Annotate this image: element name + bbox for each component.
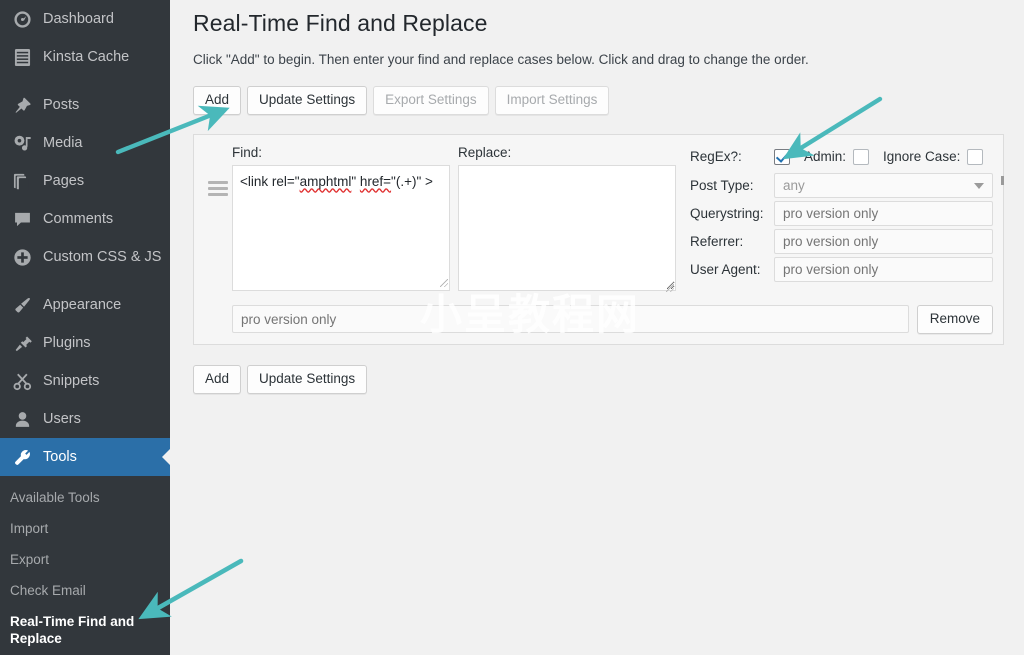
sidebar-item-export[interactable]: Export xyxy=(0,544,170,575)
replace-label: Replace: xyxy=(458,145,676,161)
case-note-input[interactable] xyxy=(232,305,909,333)
sidebar-item-label: Comments xyxy=(43,212,113,227)
find-textarea-wrap: <link rel="amphtml" href="(.+)" > xyxy=(232,165,450,291)
ignore-case-checkbox[interactable] xyxy=(967,149,983,165)
user-agent-input[interactable] xyxy=(774,257,993,282)
find-text-part2: " xyxy=(351,174,360,189)
querystring-row: Querystring: xyxy=(690,203,993,225)
main-content: Real-Time Find and Replace Click "Add" t… xyxy=(170,0,1024,655)
admin-checkbox[interactable] xyxy=(853,149,869,165)
replace-textarea-wrap xyxy=(458,165,676,296)
admin-sidebar: Dashboard Kinsta Cache Posts Media xyxy=(0,0,170,655)
ignore-case-label: Ignore Case: xyxy=(883,149,960,165)
drag-handle-icon[interactable] xyxy=(204,145,232,196)
case-row: Find: <link rel="amphtml" href="(.+)" > … xyxy=(204,145,993,296)
import-settings-button[interactable]: Import Settings xyxy=(495,86,610,115)
querystring-label: Querystring: xyxy=(690,206,774,222)
sidebar-item-available-tools[interactable]: Available Tools xyxy=(0,482,170,513)
querystring-input[interactable] xyxy=(774,201,993,226)
sidebar-item-media[interactable]: Media xyxy=(0,124,170,162)
sidebar-item-pages[interactable]: Pages xyxy=(0,162,170,200)
media-icon xyxy=(10,133,34,153)
sidebar-item-users[interactable]: Users xyxy=(0,400,170,438)
find-text-misspelled-href: href= xyxy=(360,174,391,189)
toolbar: Add Update Settings Export Settings Impo… xyxy=(193,86,1004,115)
page-title: Real-Time Find and Replace xyxy=(193,0,1004,51)
sidebar-item-label: Pages xyxy=(43,174,84,189)
regex-label: RegEx?: xyxy=(690,149,774,165)
sidebar-item-plugins[interactable]: Plugins xyxy=(0,324,170,362)
regex-checkbox[interactable] xyxy=(774,149,790,165)
sidebar-item-kinsta-cache[interactable]: Kinsta Cache xyxy=(0,38,170,76)
sidebar-item-label: Kinsta Cache xyxy=(43,50,129,65)
find-text-misspelled-amphtml: amphtml xyxy=(300,174,352,189)
sidebar-item-comments[interactable]: Comments xyxy=(0,200,170,238)
wrench-icon xyxy=(10,447,34,467)
referrer-label: Referrer: xyxy=(690,234,774,250)
case-panel-bottom-row: Remove xyxy=(204,305,993,334)
referrer-row: Referrer: xyxy=(690,231,993,253)
find-label: Find: xyxy=(232,145,450,161)
plug-icon xyxy=(10,333,34,353)
sidebar-item-label: Plugins xyxy=(43,336,91,351)
dashboard-icon xyxy=(10,9,34,29)
sidebar-item-label: Media xyxy=(43,136,83,151)
sidebar-item-import[interactable]: Import xyxy=(0,513,170,544)
user-icon xyxy=(10,409,34,429)
options-column: RegEx?: Admin: Ignore Case: Post Type: xyxy=(690,145,993,287)
edge-marker xyxy=(1001,176,1004,185)
sidebar-item-label: Dashboard xyxy=(43,12,114,27)
find-field-group: Find: <link rel="amphtml" href="(.+)" > xyxy=(232,145,450,291)
export-settings-button[interactable]: Export Settings xyxy=(373,86,489,115)
sidebar-item-dashboard[interactable]: Dashboard xyxy=(0,0,170,38)
sidebar-item-tools[interactable]: Tools xyxy=(0,438,170,476)
replace-textarea[interactable] xyxy=(458,165,676,291)
brush-icon xyxy=(10,295,34,315)
referrer-input[interactable] xyxy=(774,229,993,254)
sidebar-item-custom-css-js[interactable]: Custom CSS & JS xyxy=(0,238,170,276)
server-icon xyxy=(10,47,34,67)
regex-row: RegEx?: Admin: Ignore Case: xyxy=(690,146,993,168)
sidebar-separator xyxy=(0,76,170,86)
sidebar-item-check-email[interactable]: Check Email xyxy=(0,575,170,606)
sidebar-item-label: Tools xyxy=(43,450,77,465)
user-agent-label: User Agent: xyxy=(690,262,774,278)
pin-icon xyxy=(10,95,34,115)
sidebar-item-label: Users xyxy=(43,412,81,427)
update-settings-button[interactable]: Update Settings xyxy=(247,86,367,115)
add-button-bottom[interactable]: Add xyxy=(193,365,241,394)
app-window: Dashboard Kinsta Cache Posts Media xyxy=(0,0,1024,655)
sidebar-item-snippets[interactable]: Snippets xyxy=(0,362,170,400)
post-type-select[interactable] xyxy=(774,173,993,198)
post-type-label: Post Type: xyxy=(690,178,774,194)
post-type-select-wrap xyxy=(774,173,993,198)
page-description: Click "Add" to begin. Then enter your fi… xyxy=(193,51,1004,70)
find-textarea[interactable]: <link rel="amphtml" href="(.+)" > xyxy=(232,165,450,291)
post-type-row: Post Type: xyxy=(690,175,993,197)
pages-icon xyxy=(10,171,34,191)
sidebar-item-label: Posts xyxy=(43,98,79,113)
update-settings-button-bottom[interactable]: Update Settings xyxy=(247,365,367,394)
sidebar-item-label: Snippets xyxy=(43,374,99,389)
find-replace-case-panel: Find: <link rel="amphtml" href="(.+)" > … xyxy=(193,134,1004,345)
sidebar-submenu-tools: Available Tools Import Export Check Emai… xyxy=(0,476,170,654)
sidebar-separator xyxy=(0,276,170,286)
footer-toolbar: Add Update Settings xyxy=(193,365,1004,394)
remove-button[interactable]: Remove xyxy=(917,305,993,334)
plus-circle-icon xyxy=(10,247,34,267)
sidebar-item-label: Appearance xyxy=(43,298,121,313)
find-text-part3: "(.+)" > xyxy=(391,174,433,189)
admin-label: Admin: xyxy=(804,149,846,165)
add-button[interactable]: Add xyxy=(193,86,241,115)
replace-field-group: Replace: xyxy=(458,145,676,296)
comment-icon xyxy=(10,209,34,229)
sidebar-item-real-time-find-and-replace[interactable]: Real-Time Find and Replace xyxy=(0,606,170,654)
sidebar-item-posts[interactable]: Posts xyxy=(0,86,170,124)
scissors-icon xyxy=(10,371,34,391)
find-text-part1: <link rel=" xyxy=(240,174,300,189)
sidebar-item-label: Custom CSS & JS xyxy=(43,250,161,265)
user-agent-row: User Agent: xyxy=(690,259,993,281)
sidebar-item-appearance[interactable]: Appearance xyxy=(0,286,170,324)
